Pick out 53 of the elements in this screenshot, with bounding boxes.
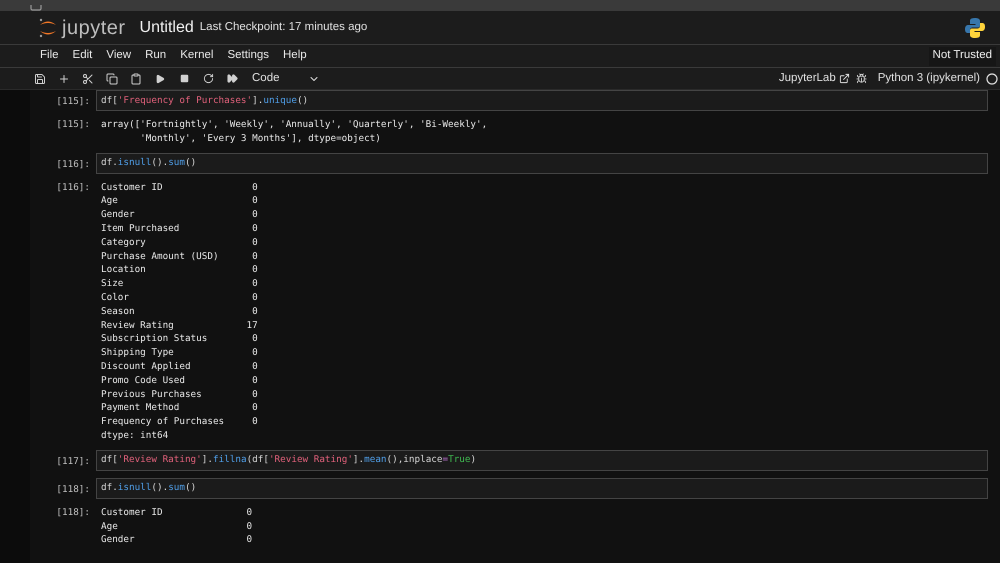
output-line: dtype: int64 [101, 428, 170, 443]
menu-item[interactable]: View [106, 47, 132, 65]
code-cell[interactable]: df.isnull().sum() [96, 152, 988, 174]
menu-item[interactable]: Help [283, 47, 307, 65]
output-line: Age 0 [101, 520, 252, 534]
notebook-title[interactable]: Untitled [140, 16, 194, 40]
output-line: Frequency of Purchases 0 [101, 415, 258, 429]
output-prompt: [116]: [55, 180, 91, 194]
output-line: Purchase Amount (USD) 0 [101, 250, 258, 264]
menu-item[interactable]: Settings [227, 47, 269, 65]
cell-prompt: [116]: [55, 158, 91, 172]
output-line: Gender 0 [101, 533, 252, 548]
output-prompt: [118]: [55, 506, 91, 520]
trust-indicator[interactable]: Not Trusted [928, 46, 996, 66]
output-line: Customer ID 0 [101, 506, 252, 520]
cell-prompt: [118]: [55, 482, 91, 497]
cell-prompt: [117]: [55, 454, 91, 469]
checkpoint-text: Last Checkpoint: 17 minutes ago [200, 20, 368, 35]
menu-item[interactable]: Edit [72, 47, 92, 65]
output-line: Discount Applied 0 [101, 360, 258, 374]
python-logo-icon [964, 16, 986, 38]
logo-icon [38, 16, 58, 38]
kernel-name[interactable]: Python 3 (ipykernel) [878, 70, 980, 88]
menu-item[interactable]: Kernel [180, 47, 214, 65]
logo-text: jupyter [62, 16, 126, 40]
cell-prompt: [115]: [55, 95, 91, 109]
menu-item[interactable]: Run [145, 47, 166, 65]
output-line: array(['Fortnightly', 'Weekly', 'Annually', 'Quarterly', 'Bi-Weekly', [101, 118, 488, 132]
output-line: Promo Code Used 0 [101, 374, 258, 388]
external-link-icon [838, 73, 850, 84]
code-cell[interactable]: df.isnull().sum() [96, 478, 988, 499]
output-line: Payment Method 0 [101, 401, 258, 416]
output-line: Location 0 [101, 263, 258, 278]
tab-icon [30, 5, 42, 11]
cell-type-dropdown[interactable]: Code [252, 70, 320, 88]
output-line: Subscription Status 0 [101, 332, 258, 346]
output-line: Season 0 [101, 304, 258, 319]
interface-link[interactable]: JupyterLab [778, 70, 850, 88]
code-cell[interactable]: df['Frequency of Purchases'].unique() [96, 90, 988, 111]
output-line: Review Rating 17 [101, 318, 258, 332]
output-line: Category 0 [101, 236, 258, 250]
output-line: Age 0 [101, 194, 258, 208]
output-line: 'Monthly', 'Every 3 Months'], dtype=object) [139, 132, 382, 146]
output-line: Customer ID 0 [101, 180, 258, 194]
output-line: Color 0 [101, 290, 258, 305]
output-line: Gender 0 [101, 208, 258, 222]
menu-item[interactable]: File [40, 47, 59, 65]
output-line: Shipping Type 0 [101, 346, 258, 360]
output-line: Size 0 [101, 277, 258, 291]
code-cell[interactable]: df['Review Rating'].fillna(df['Review Rating'].mean(),inplace=True) [96, 450, 988, 471]
output-prompt: [115]: [55, 118, 91, 132]
output-line: Previous Purchases 0 [101, 388, 258, 402]
output-line: Item Purchased 0 [101, 222, 258, 236]
